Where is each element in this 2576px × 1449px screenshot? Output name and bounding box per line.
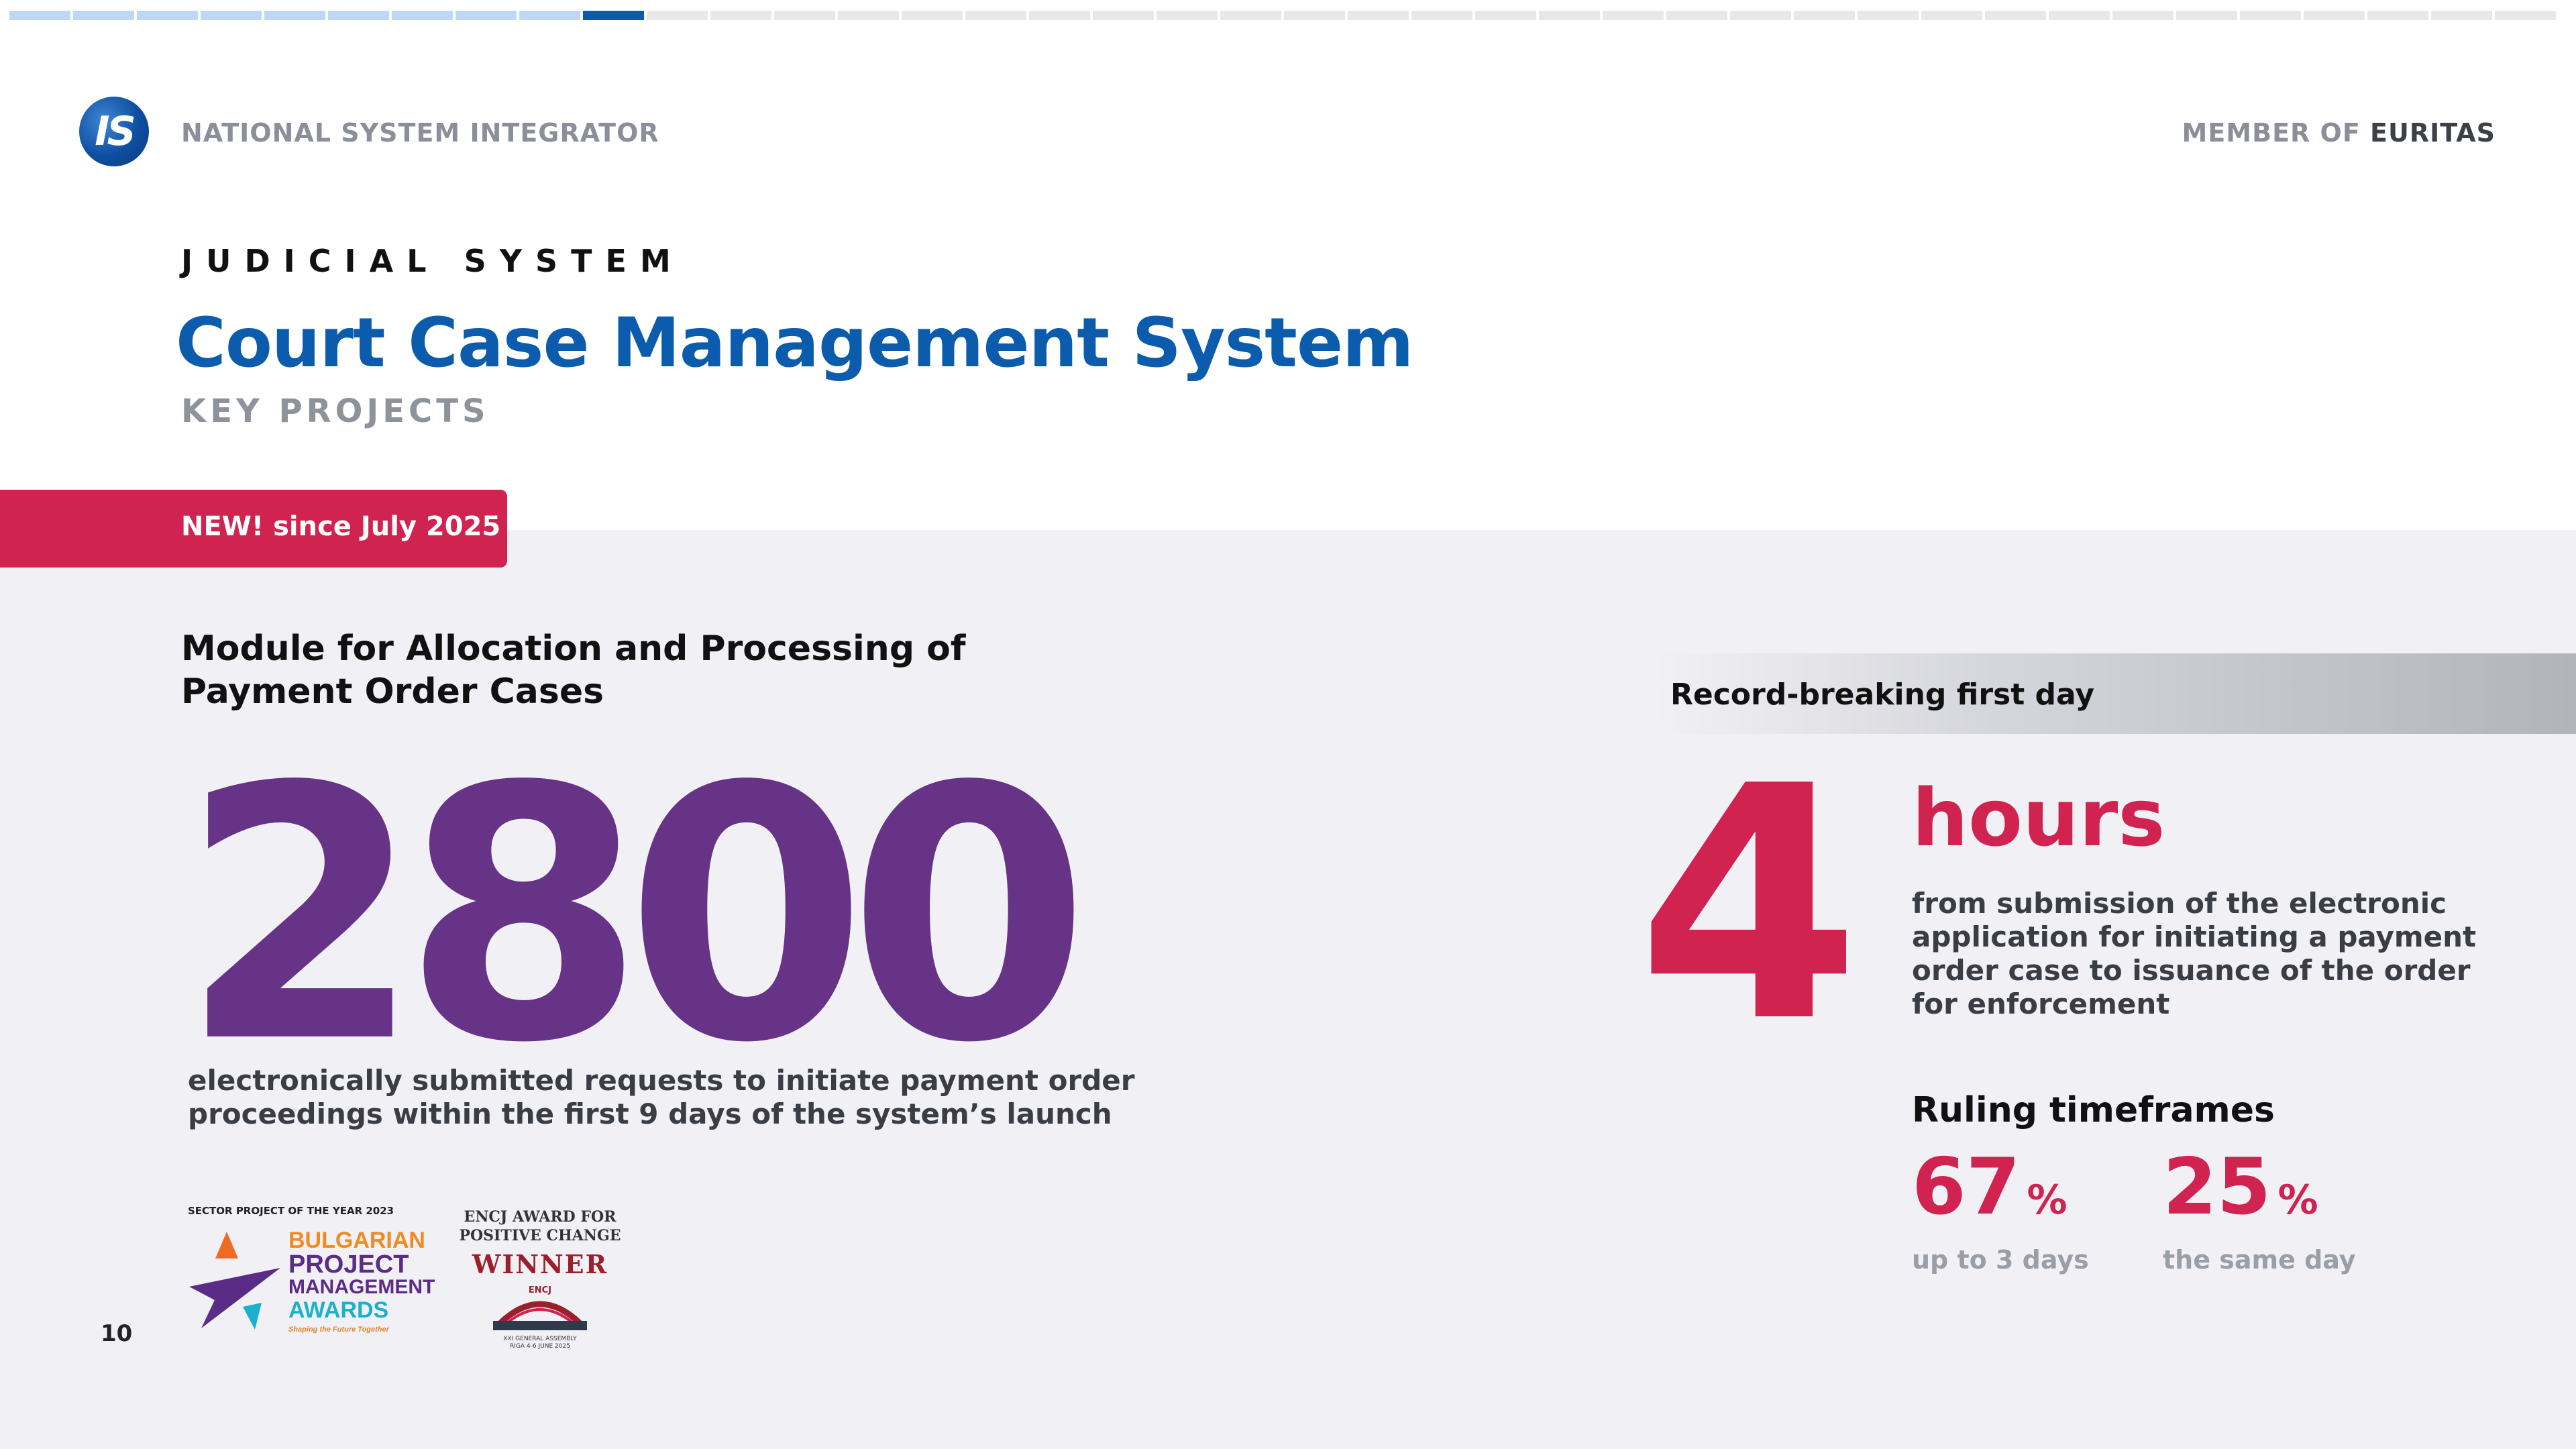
progress-segment [1157, 11, 1218, 20]
slide-progress-bar [9, 11, 2556, 20]
progress-segment [774, 11, 835, 20]
encj-winner: WINNER [472, 1249, 608, 1279]
hours-unit: hours [1912, 771, 2165, 864]
progress-segment [1411, 11, 1472, 20]
encj-bridge-icon: ENCJ [493, 1285, 587, 1330]
pm-award-logo: SECTOR PROJECT OF THE YEAR 2023 BULGARIA… [188, 1205, 435, 1346]
encj-caption-line2: POSITIVE CHANGE [459, 1227, 621, 1244]
pm-award-line2: PROJECT [288, 1250, 409, 1279]
pm-award-line3: MANAGEMENT [288, 1276, 435, 1298]
requests-count: 2800 [180, 712, 1090, 1119]
progress-segment [1539, 11, 1600, 20]
progress-segment [583, 11, 644, 20]
progress-segment [519, 11, 580, 20]
progress-segment [392, 11, 453, 20]
stat-unit: % [2277, 1177, 2318, 1224]
encj-footer-line1: XXI GENERAL ASSEMBLY [503, 1336, 577, 1342]
progress-segment [902, 11, 963, 20]
progress-segment [2049, 11, 2110, 20]
progress-segment [1730, 11, 1791, 20]
progress-segment [1921, 11, 1982, 20]
membership-prefix: MEMBER OF [2182, 118, 2361, 148]
encj-footer-line2: RIGA 4-6 JUNE 2025 [510, 1343, 570, 1350]
stat-label: the same day [2163, 1245, 2356, 1275]
new-badge-text: NEW! since July 2025 [181, 511, 501, 542]
hours-description: from submission of the electronic applic… [1912, 887, 2477, 1020]
progress-segment [1093, 11, 1154, 20]
ruling-stat-2: 25% the same day [2163, 1148, 2356, 1275]
progress-segment [264, 11, 325, 20]
progress-segment [2112, 11, 2174, 20]
progress-segment [1475, 11, 1536, 20]
stat-unit: % [2027, 1177, 2068, 1224]
company-logo: IS [79, 97, 149, 166]
progress-segment [2304, 11, 2365, 20]
ruling-title: Ruling timeframes [1912, 1090, 2275, 1130]
stat-value: 67% [1912, 1148, 2089, 1226]
progress-segment [838, 11, 899, 20]
progress-segment [328, 11, 389, 20]
encj-logo-text: ENCJ [529, 1285, 551, 1295]
progress-segment [1603, 11, 1664, 20]
header-membership: MEMBER OF EURITAS [2182, 118, 2496, 148]
stat-number: 25 [2163, 1142, 2271, 1232]
stat-number: 67 [1912, 1142, 2021, 1232]
progress-segment [1985, 11, 2046, 20]
progress-segment [965, 11, 1026, 20]
progress-segment [2431, 11, 2492, 20]
page-subtitle: KEY PROJECTS [181, 392, 490, 430]
progress-segment [1666, 11, 1727, 20]
module-title: Module for Allocation and Processing of … [181, 629, 966, 712]
membership-org: EURITAS [2370, 118, 2496, 148]
record-label: Record-breaking first day [1670, 678, 2095, 712]
progress-segment [455, 11, 517, 20]
progress-segment [73, 11, 134, 20]
page-number: 10 [101, 1320, 133, 1347]
progress-segment [1794, 11, 1855, 20]
progress-segment [2495, 11, 2556, 20]
progress-segment [1029, 11, 1090, 20]
hours-count: 4 [1637, 718, 1861, 1093]
encj-caption-line1: ENCJ AWARD FOR [464, 1208, 616, 1226]
progress-segment [201, 11, 262, 20]
progress-segment [2367, 11, 2428, 20]
stat-label: up to 3 days [1912, 1245, 2089, 1275]
progress-segment [137, 11, 198, 20]
progress-segment [2176, 11, 2237, 20]
header-tagline: NATIONAL SYSTEM INTEGRATOR [181, 118, 659, 148]
page-title: Court Case Management System [176, 303, 1413, 383]
section-category: JUDICIAL SYSTEM [181, 243, 684, 279]
ruling-stat-1: 67% up to 3 days [1912, 1148, 2089, 1275]
logo-text: IS [95, 108, 136, 155]
encj-award-logo: ENCJ AWARD FOR POSITIVE CHANGE WINNER EN… [456, 1208, 624, 1350]
pm-award-line4: AWARDS [288, 1297, 389, 1323]
progress-segment [710, 11, 771, 20]
progress-segment [1858, 11, 1919, 20]
pm-award-caption: SECTOR PROJECT OF THE YEAR 2023 [188, 1205, 394, 1217]
progress-segment [647, 11, 708, 20]
requests-description: electronically submitted requests to ini… [188, 1064, 1135, 1130]
progress-segment [1220, 11, 1281, 20]
star-icon [189, 1232, 280, 1330]
pm-award-tagline: Shaping the Future Together [288, 1326, 389, 1334]
stat-value: 25% [2163, 1148, 2356, 1226]
progress-segment [1348, 11, 1409, 20]
progress-segment [2240, 11, 2301, 20]
progress-segment [9, 11, 70, 20]
progress-segment [1284, 11, 1345, 20]
